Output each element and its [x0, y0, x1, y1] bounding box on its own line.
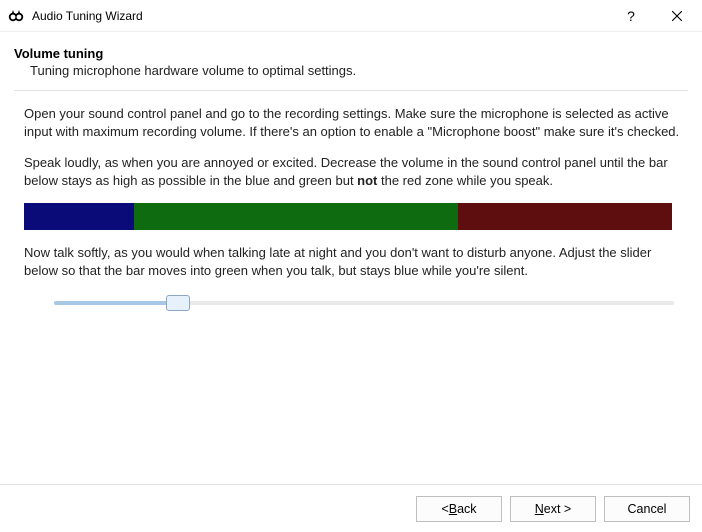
close-button[interactable]	[654, 1, 700, 31]
cancel-button[interactable]: Cancel	[604, 496, 690, 522]
slider-fill	[54, 301, 178, 305]
back-rest: ack	[457, 502, 476, 516]
window-title: Audio Tuning Wizard	[32, 9, 608, 23]
next-rest: ext >	[544, 502, 571, 516]
titlebar: Audio Tuning Wizard ?	[0, 0, 702, 32]
back-mnemonic: B	[449, 502, 457, 516]
para2-after: the red zone while you speak.	[377, 173, 553, 188]
meter-segment-red	[458, 203, 672, 230]
instruction-para-2: Speak loudly, as when you are annoyed or…	[24, 154, 684, 189]
app-icon	[8, 8, 24, 24]
back-button[interactable]: < Back	[416, 496, 502, 522]
instruction-para-1: Open your sound control panel and go to …	[24, 105, 684, 140]
meter-segment-green	[134, 203, 458, 230]
page-subheading: Tuning microphone hardware volume to opt…	[30, 63, 688, 78]
instruction-para-3: Now talk softly, as you would when talki…	[24, 244, 684, 279]
wizard-footer: < Back Next > Cancel	[0, 484, 702, 532]
next-mnemonic: N	[535, 502, 544, 516]
divider	[14, 90, 688, 91]
meter-segment-blue	[24, 203, 134, 230]
cancel-label: Cancel	[628, 502, 667, 516]
help-button[interactable]: ?	[608, 1, 654, 31]
close-icon	[672, 11, 682, 21]
content-area: Volume tuning Tuning microphone hardware…	[0, 32, 702, 315]
amplification-slider[interactable]	[54, 293, 674, 315]
para2-bold: not	[357, 173, 377, 188]
next-button[interactable]: Next >	[510, 496, 596, 522]
volume-meter	[24, 203, 672, 230]
slider-thumb[interactable]	[166, 295, 190, 311]
page-heading: Volume tuning	[14, 46, 688, 61]
para2-before: Speak loudly, as when you are annoyed or…	[24, 155, 668, 188]
back-prefix: <	[441, 502, 448, 516]
help-icon: ?	[627, 8, 635, 24]
